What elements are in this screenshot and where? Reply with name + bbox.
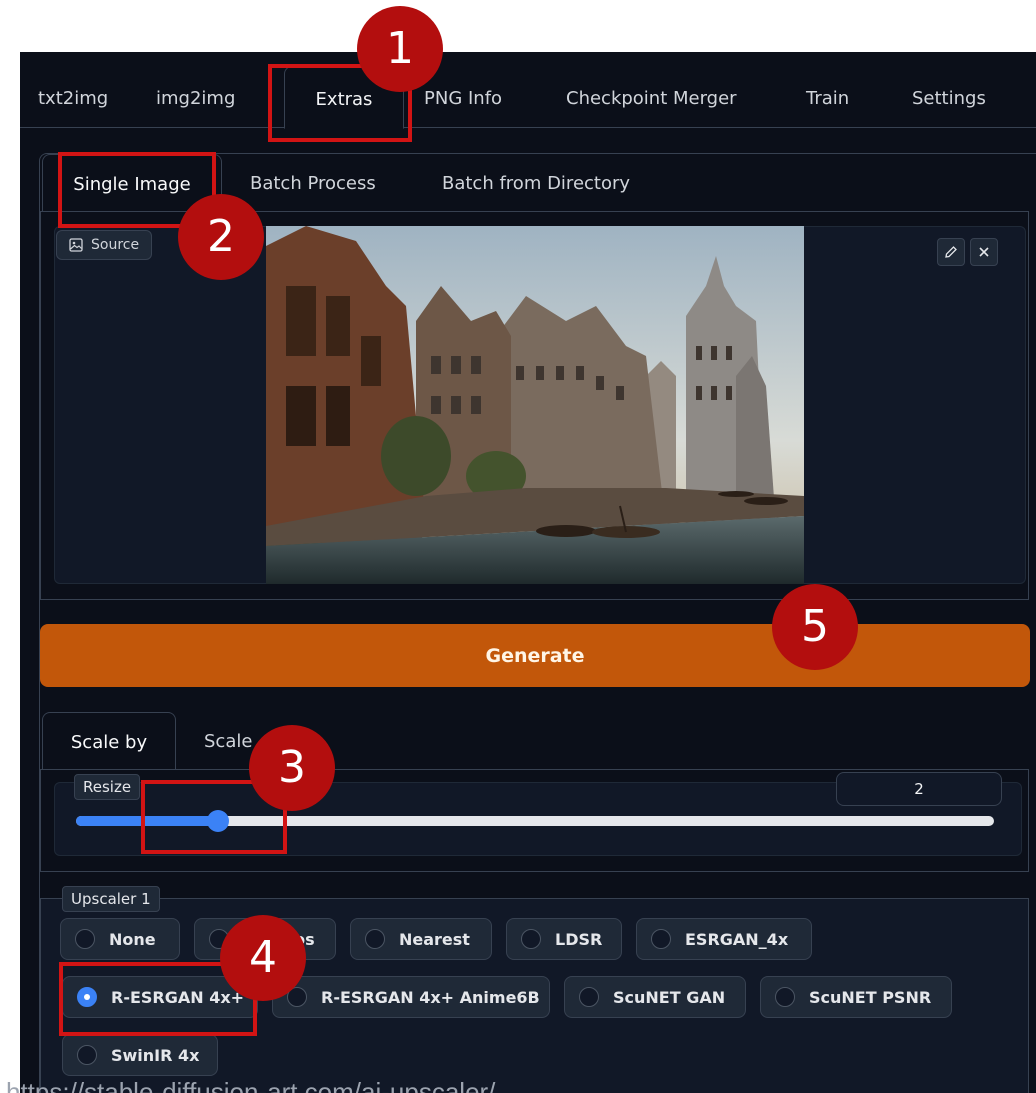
tab-scale-to[interactable]: Scale bbox=[204, 712, 252, 770]
step-marker-3: 3 bbox=[249, 725, 335, 811]
radio-circle bbox=[77, 1045, 97, 1065]
option-label: SwinIR 4x bbox=[111, 1045, 200, 1065]
tab-checkpoint-merger[interactable]: Checkpoint Merger bbox=[566, 66, 737, 128]
main-tab-bar: txt2img img2img Extras PNG Info Checkpoi… bbox=[20, 52, 1036, 129]
tab-batch-from-directory[interactable]: Batch from Directory bbox=[442, 154, 630, 212]
upscaler-option-none[interactable]: None bbox=[60, 918, 180, 960]
option-label: Nearest bbox=[399, 929, 470, 949]
upscaler-option-scunet-gan[interactable]: ScuNET GAN bbox=[564, 976, 746, 1018]
step-marker-5: 5 bbox=[772, 584, 858, 670]
tab-png-info[interactable]: PNG Info bbox=[424, 66, 502, 128]
close-icon bbox=[979, 247, 989, 257]
upscaler-label: Upscaler 1 bbox=[62, 886, 160, 912]
upscaler-option-esrgan-4x[interactable]: ESRGAN_4x bbox=[636, 918, 812, 960]
tab-img2img[interactable]: img2img bbox=[156, 66, 235, 128]
tab-batch-process[interactable]: Batch Process bbox=[250, 154, 376, 212]
step-marker-2: 2 bbox=[178, 194, 264, 280]
radio-circle bbox=[775, 987, 795, 1007]
step-marker-4: 4 bbox=[220, 915, 306, 1001]
clear-image-button[interactable] bbox=[970, 238, 998, 266]
option-label: None bbox=[109, 929, 156, 949]
radio-circle bbox=[75, 929, 95, 949]
edit-image-button[interactable] bbox=[937, 238, 965, 266]
source-label-text: Source bbox=[91, 237, 140, 253]
upscaler-option-scunet-psnr[interactable]: ScuNET PSNR bbox=[760, 976, 952, 1018]
option-label: R-ESRGAN 4x+ Anime6B bbox=[321, 987, 540, 1007]
source-image bbox=[266, 226, 804, 584]
tab-scale-by[interactable]: Scale by bbox=[42, 712, 176, 770]
tab-txt2img[interactable]: txt2img bbox=[38, 66, 108, 128]
generate-button[interactable]: Generate bbox=[40, 624, 1030, 687]
resize-label: Resize bbox=[74, 774, 141, 800]
radio-circle bbox=[521, 929, 541, 949]
source-label: Source bbox=[56, 230, 153, 260]
option-label: ScuNET GAN bbox=[613, 987, 726, 1007]
source-url-caption: https://stable-diffusion-art.com/ai-upsc… bbox=[6, 1077, 496, 1093]
resize-number-input[interactable]: 2 bbox=[836, 772, 1002, 806]
option-label: ESRGAN_4x bbox=[685, 929, 789, 949]
tab-train[interactable]: Train bbox=[806, 66, 849, 128]
radio-circle bbox=[579, 987, 599, 1007]
upscaler-option-swinir-4x[interactable]: SwinIR 4x bbox=[62, 1034, 218, 1076]
radio-circle bbox=[651, 929, 671, 949]
radio-circle bbox=[365, 929, 385, 949]
option-label: LDSR bbox=[555, 929, 603, 949]
upscaler-option-r-esrgan-4x-anime6b[interactable]: R-ESRGAN 4x+ Anime6B bbox=[272, 976, 550, 1018]
upscaler-option-ldsr[interactable]: LDSR bbox=[506, 918, 622, 960]
step-marker-1: 1 bbox=[357, 6, 443, 92]
upscaler-option-nearest[interactable]: Nearest bbox=[350, 918, 492, 960]
image-icon bbox=[69, 238, 83, 252]
pencil-icon bbox=[945, 246, 957, 258]
tab-settings[interactable]: Settings bbox=[912, 66, 986, 128]
option-label: ScuNET PSNR bbox=[809, 987, 932, 1007]
